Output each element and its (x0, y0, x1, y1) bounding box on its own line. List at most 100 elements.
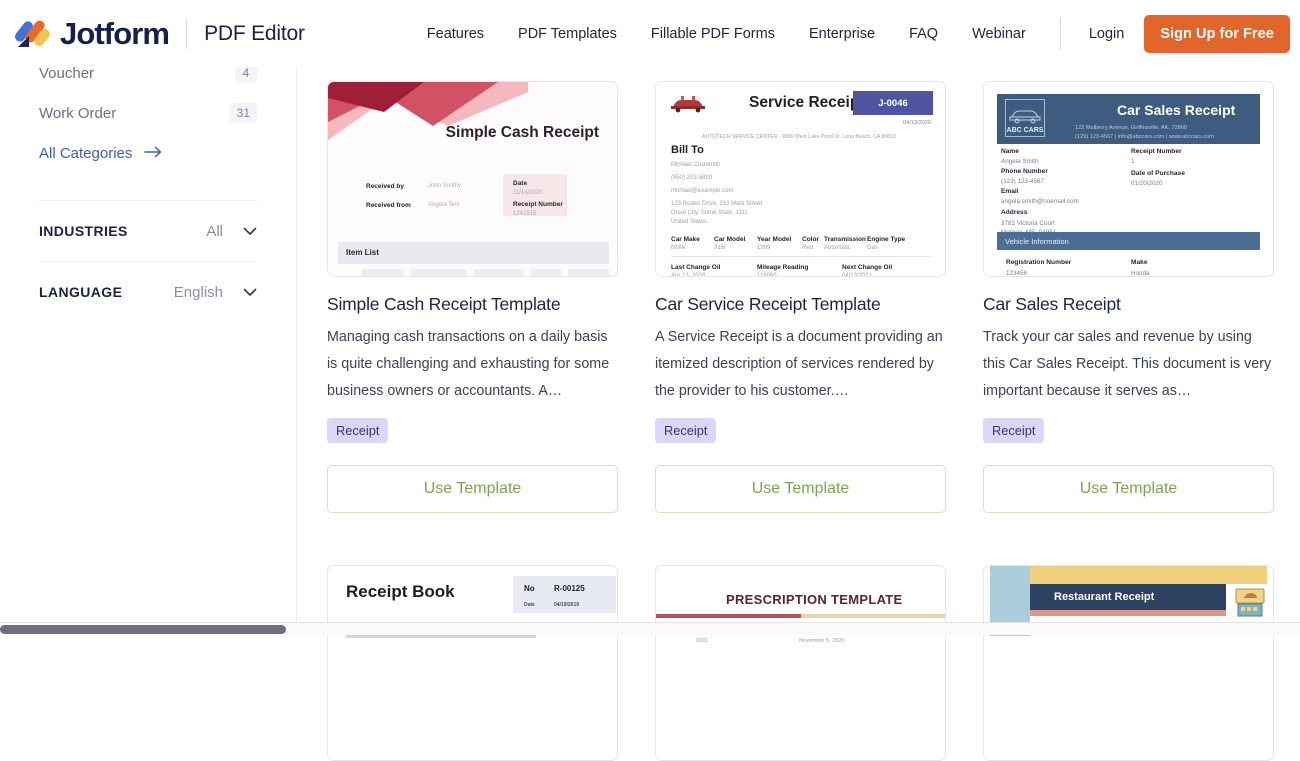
chevron-down-icon[interactable] (243, 225, 257, 238)
template-thumbnail-car-sales-receipt[interactable]: ABC CARS Car Sales Receipt 122 Mulberry … (983, 81, 1274, 277)
brand-divider (186, 19, 187, 49)
preview-field-label: Address (1001, 209, 1027, 216)
template-thumbnail-simple-cash-receipt[interactable]: Simple Cash Receipt Date 11/14/2020 Rece… (327, 81, 618, 277)
filter-language[interactable]: LANGUAGE English (39, 262, 257, 322)
signup-button[interactable]: Sign Up for Free (1144, 15, 1290, 53)
preview-spec-value: Gas (867, 245, 878, 251)
template-thumbnail-restaurant-receipt[interactable]: Restaurant Receipt (983, 565, 1274, 761)
preview-spec-header: Car Make (671, 236, 700, 243)
template-card: Restaurant Receipt (983, 565, 1274, 761)
preview-field-label: Received from (366, 202, 411, 209)
template-card: PRESCRIPTION TEMPLATE Prescription No. P… (655, 565, 946, 761)
nav-item-enterprise[interactable]: Enterprise (809, 26, 875, 42)
svg-text:ABC CARS: ABC CARS (1007, 127, 1044, 134)
template-card: Simple Cash Receipt Date 11/14/2020 Rece… (327, 81, 618, 513)
template-tag[interactable]: Receipt (983, 418, 1044, 443)
preview-field-value: angela.smith@noemail.com (1001, 198, 1079, 205)
preview-address-line: AUTOTECH SERVICE CENTER - 9980 West Lake… (702, 134, 896, 140)
filter-value: English (174, 284, 223, 301)
preview-sub-line: (129) 123-4567 | info@abccars.com | www.… (1075, 134, 1214, 140)
use-template-button[interactable]: Use Template (327, 465, 618, 513)
preview-no-value: R-00125 (554, 584, 585, 593)
preview-date: 04/13/2020 (903, 120, 931, 126)
preview-spec-header: Transmission (824, 236, 866, 243)
preview-field-value: (123) 123-4567 (1001, 178, 1044, 185)
preview-billto-line: (950) 203-5829 (671, 175, 712, 181)
preview-section-header: Registration Number (1006, 259, 1071, 266)
horizontal-scrollbar[interactable] (0, 622, 1300, 635)
preview-oil-value: 116060 (757, 273, 777, 277)
use-template-button[interactable]: Use Template (655, 465, 946, 513)
preview-field-label: Date of Purchase (1131, 170, 1185, 177)
preview-billto-line: michael@example.com (671, 188, 733, 194)
all-categories-link[interactable]: All Categories (39, 145, 257, 162)
preview-spec-value: BMW (671, 245, 686, 251)
preview-field-value: 0001 (696, 638, 708, 644)
template-tag[interactable]: Receipt (327, 418, 388, 443)
scrollbar-thumb[interactable] (0, 625, 286, 634)
template-description: Track your car sales and revenue by usin… (983, 324, 1274, 405)
preview-billto-line: Michael Customith (671, 162, 720, 168)
preview-field-value: November 5, 2020 (799, 638, 844, 644)
preview-section-value: 123456 (1006, 270, 1027, 277)
nav-item-faq[interactable]: FAQ (909, 26, 938, 42)
nav-item-features[interactable]: Features (427, 26, 484, 42)
preview-side-label: Date (513, 180, 527, 187)
preview-field-label: Phone Number (1001, 168, 1048, 175)
preview-billto-line: 123 Rodeo Drive, 213 Mark Street (671, 201, 762, 207)
preview-spec-header: Color (802, 236, 819, 243)
template-title[interactable]: Car Service Receipt Template (655, 294, 946, 315)
preview-spec-value: 1999 (757, 245, 770, 251)
preview-spec-header: Car Model (714, 236, 745, 243)
use-template-button[interactable]: Use Template (983, 465, 1274, 513)
preview-heading: PRESCRIPTION TEMPLATE (726, 592, 903, 607)
category-label: Voucher (39, 65, 94, 82)
preview-field-label: Email (1001, 188, 1019, 195)
login-link[interactable]: Login (1089, 26, 1124, 42)
car-illustration-icon (669, 93, 707, 118)
template-description: A Service Receipt is a document providin… (655, 324, 946, 405)
abc-cars-logo-icon: ABC CARS (1005, 99, 1045, 137)
template-grid-area: Simple Cash Receipt Date 11/14/2020 Rece… (298, 55, 1300, 622)
filter-title: INDUSTRIES (39, 223, 128, 239)
category-label: Work Order (39, 105, 116, 122)
filter-value: All (206, 223, 223, 240)
nav-item-fillable-pdf-forms[interactable]: Fillable PDF Forms (651, 26, 775, 42)
preview-date-value: 04/19/2019 (554, 602, 579, 608)
template-thumbnail-prescription[interactable]: PRESCRIPTION TEMPLATE Prescription No. P… (655, 565, 946, 761)
all-categories-label: All Categories (39, 145, 132, 162)
preview-section-title: Vehicle Information (1005, 237, 1069, 246)
preview-field-value: John Smithy (428, 183, 461, 189)
filter-industries[interactable]: INDUSTRIES All (39, 201, 257, 261)
preview-field-value: 1 (1131, 158, 1135, 165)
preview-oil-header: Next Change Oil (842, 264, 892, 271)
filter-title: LANGUAGE (39, 284, 122, 300)
sidebar-item-work-order[interactable]: Work Order 31 (39, 93, 257, 133)
restaurant-icon (1234, 588, 1266, 618)
nav-item-webinar[interactable]: Webinar (972, 26, 1026, 42)
template-card: Receipt Book No R-00125 Date 04/19/2019 … (327, 565, 618, 761)
preview-no-label: No (524, 584, 535, 593)
preview-heading: Simple Cash Receipt (446, 124, 599, 142)
preview-field-value: Angela Test (428, 202, 459, 208)
template-thumbnail-car-service-receipt[interactable]: Service Receipt J-0046 04/13/2020 AUTOTE… (655, 81, 946, 277)
preview-spec-value: Red (802, 245, 813, 251)
preview-badge: J-0046 (853, 91, 933, 115)
product-name: PDF Editor (204, 22, 305, 46)
template-title[interactable]: Simple Cash Receipt Template (327, 294, 618, 315)
nav-item-pdf-templates[interactable]: PDF Templates (518, 26, 617, 42)
preview-heading: Receipt Book (346, 582, 455, 602)
preview-section-value: Honda (1131, 270, 1150, 277)
preview-heading: Car Sales Receipt (1117, 102, 1235, 118)
brand-name: Jotform (60, 16, 169, 52)
chevron-down-icon[interactable] (243, 286, 257, 299)
template-thumbnail-receipt-book[interactable]: Receipt Book No R-00125 Date 04/19/2019 … (327, 565, 618, 761)
preview-billto-line: Great City, Some State, 1111 (671, 210, 748, 216)
preview-oil-value: Apr 13, 2020 (671, 273, 705, 277)
template-tag[interactable]: Receipt (655, 418, 716, 443)
preview-section-title: Item List (346, 248, 379, 257)
brand-logo[interactable]: Jotform PDF Editor (18, 16, 305, 52)
preview-oil-value: 04/13/2021 (842, 273, 872, 277)
preview-spec-value: Automatic (824, 245, 851, 251)
template-title[interactable]: Car Sales Receipt (983, 294, 1274, 315)
